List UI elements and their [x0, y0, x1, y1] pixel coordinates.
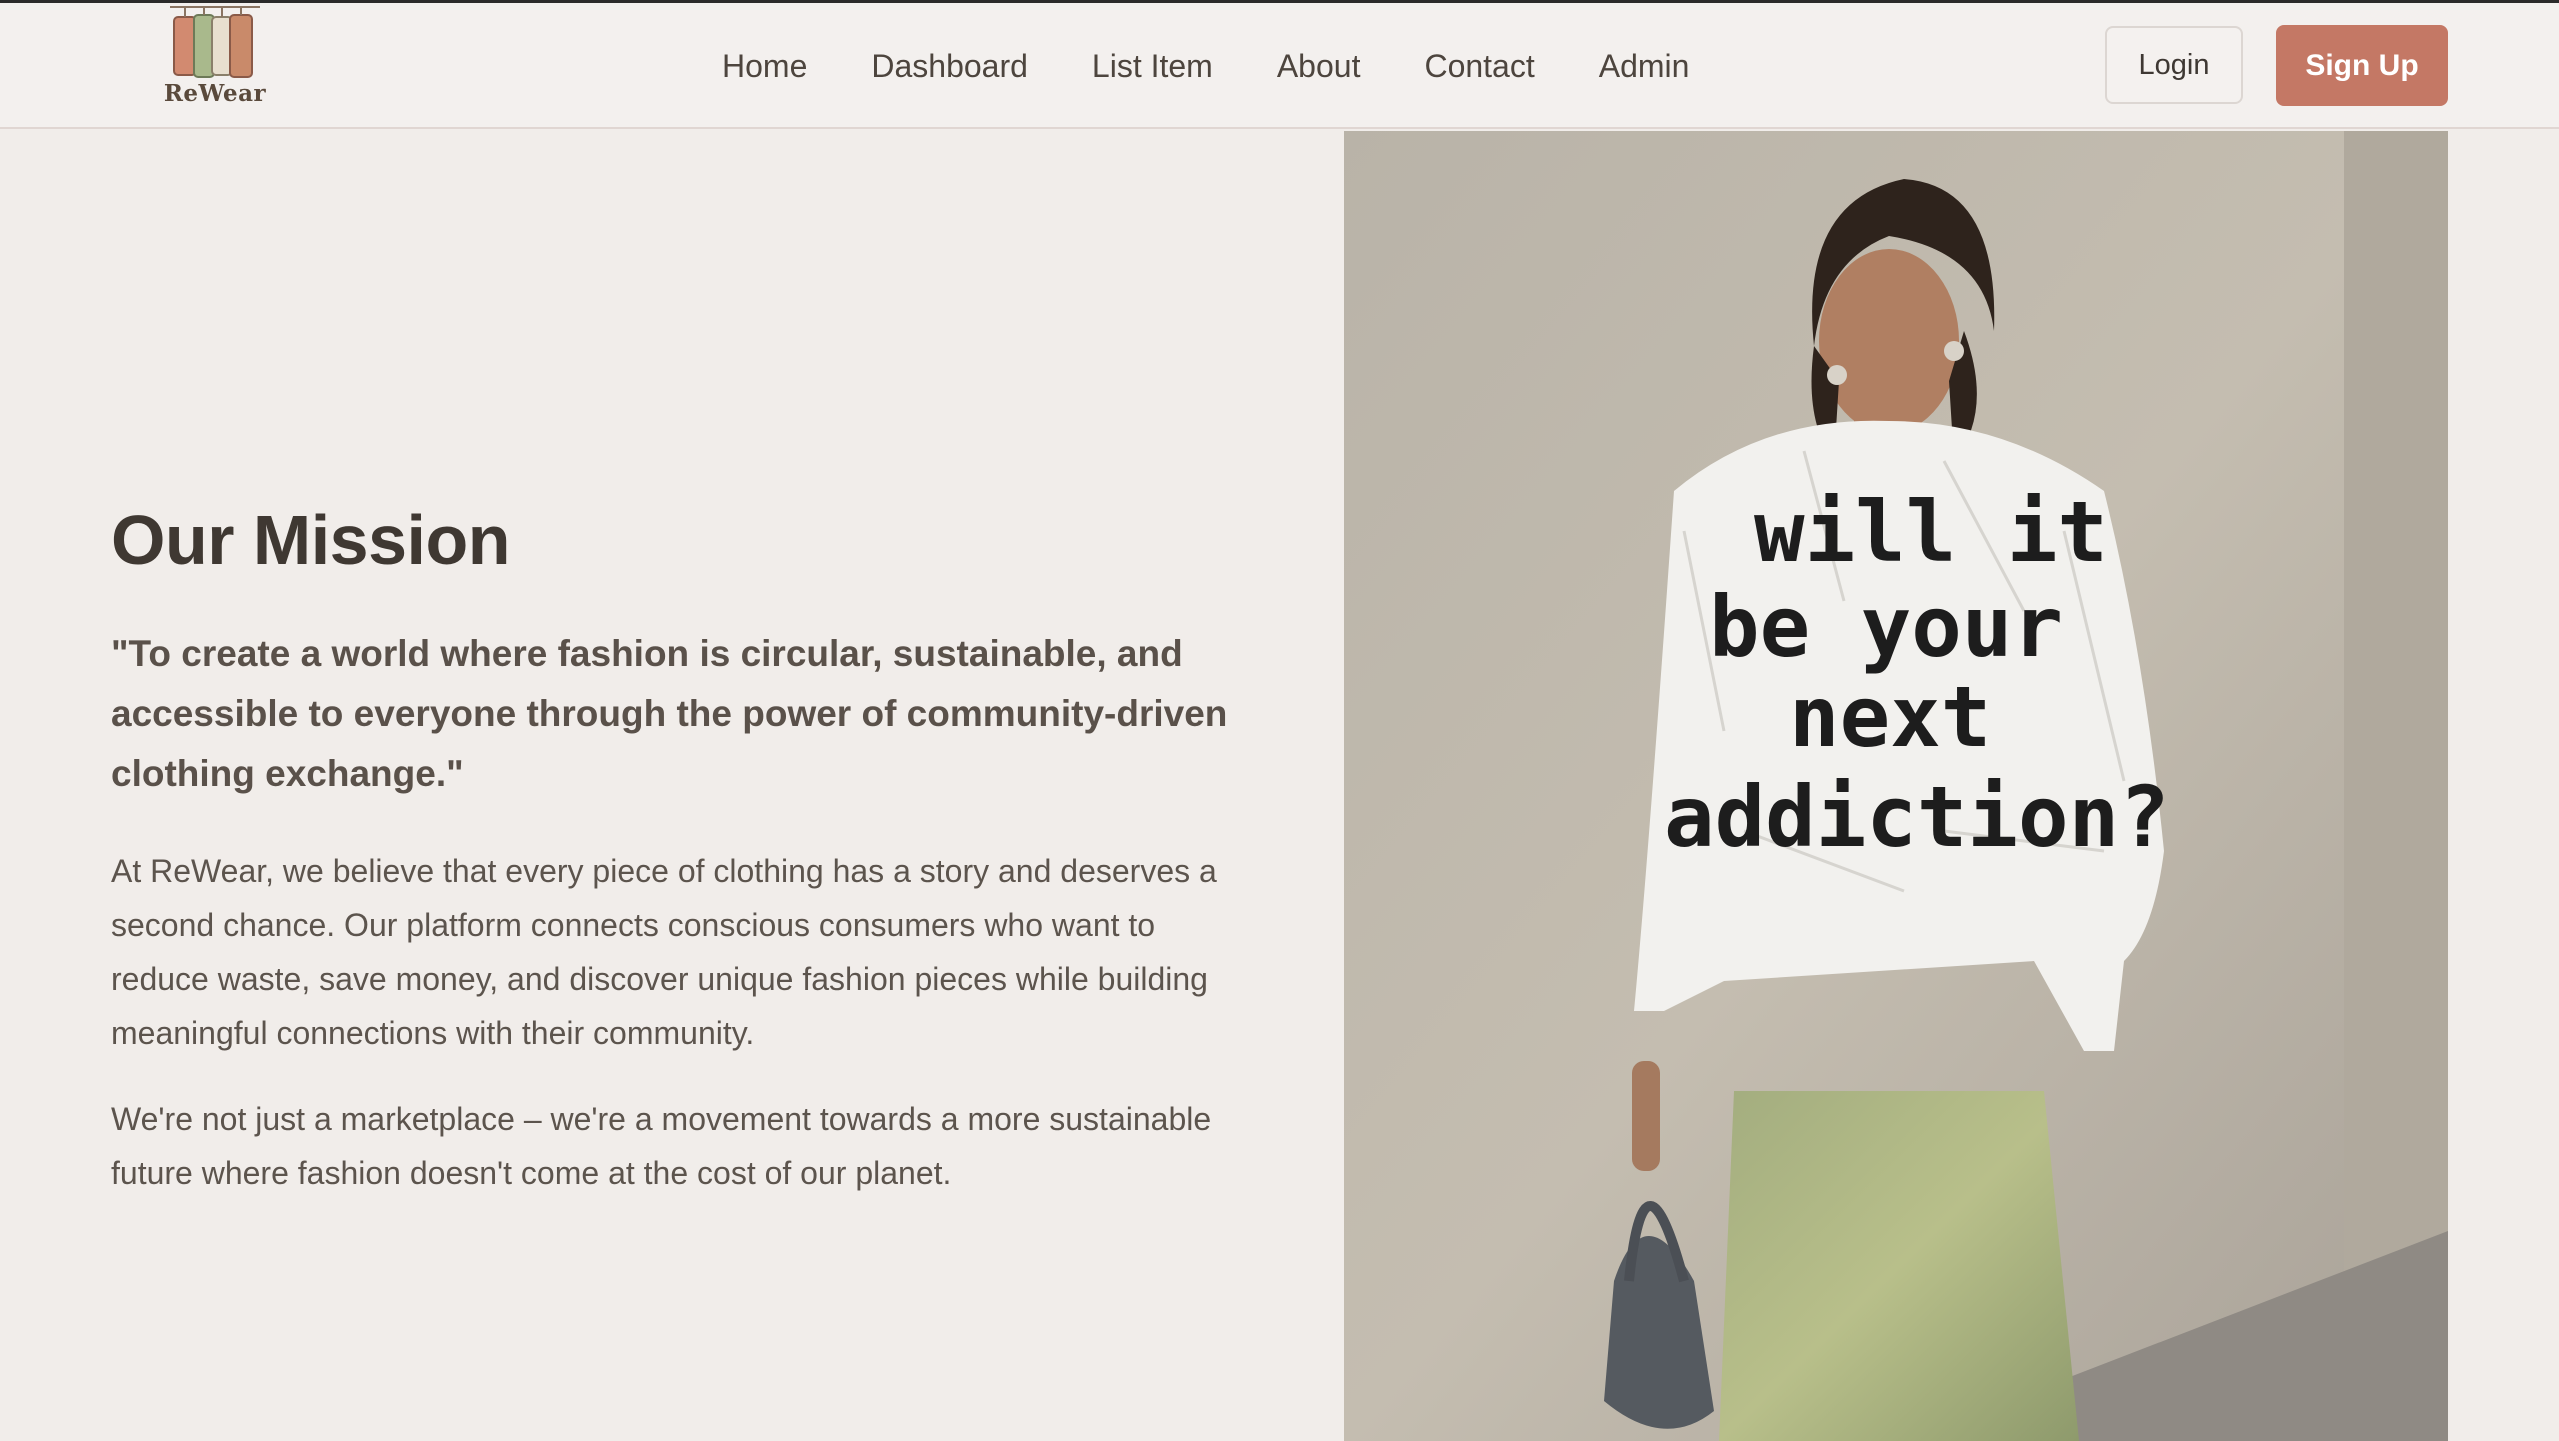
- mission-title: Our Mission: [111, 501, 510, 579]
- hero-text-line-2: be your: [1709, 578, 2063, 676]
- brand-logo[interactable]: ReWear: [160, 3, 270, 113]
- mission-paragraph-1: At ReWear, we believe that every piece o…: [111, 853, 1217, 1051]
- login-button[interactable]: Login: [2105, 26, 2243, 104]
- signup-button[interactable]: Sign Up: [2276, 25, 2448, 106]
- nav-contact[interactable]: Contact: [1392, 3, 1566, 129]
- hero-image-illustration: will it be your next addiction?: [1344, 131, 2448, 1441]
- nav-about[interactable]: About: [1245, 3, 1393, 129]
- hero-text-line-3: next: [1789, 668, 1991, 766]
- mission-section: Our Mission "To create a world where fas…: [111, 500, 1231, 1232]
- nav-dashboard[interactable]: Dashboard: [839, 3, 1060, 129]
- hero-image: will it be your next addiction?: [1344, 131, 2448, 1441]
- brand-name: ReWear: [163, 80, 267, 107]
- nav-list-item[interactable]: List Item: [1060, 3, 1245, 129]
- mission-quote: "To create a world where fashion is circ…: [111, 633, 1228, 794]
- mission-paragraph-2: We're not just a marketplace – we're a m…: [111, 1101, 1212, 1191]
- nav-admin[interactable]: Admin: [1567, 3, 1722, 129]
- nav-home[interactable]: Home: [690, 3, 839, 129]
- site-header: ReWear Home Dashboard List Item About Co…: [0, 3, 2559, 129]
- hero-text-line-4: addiction?: [1664, 768, 2170, 866]
- hero-text-line-1: will it: [1754, 483, 2108, 581]
- clothes-rack-icon: [170, 6, 260, 78]
- main-nav: Home Dashboard List Item About Contact A…: [690, 3, 1721, 129]
